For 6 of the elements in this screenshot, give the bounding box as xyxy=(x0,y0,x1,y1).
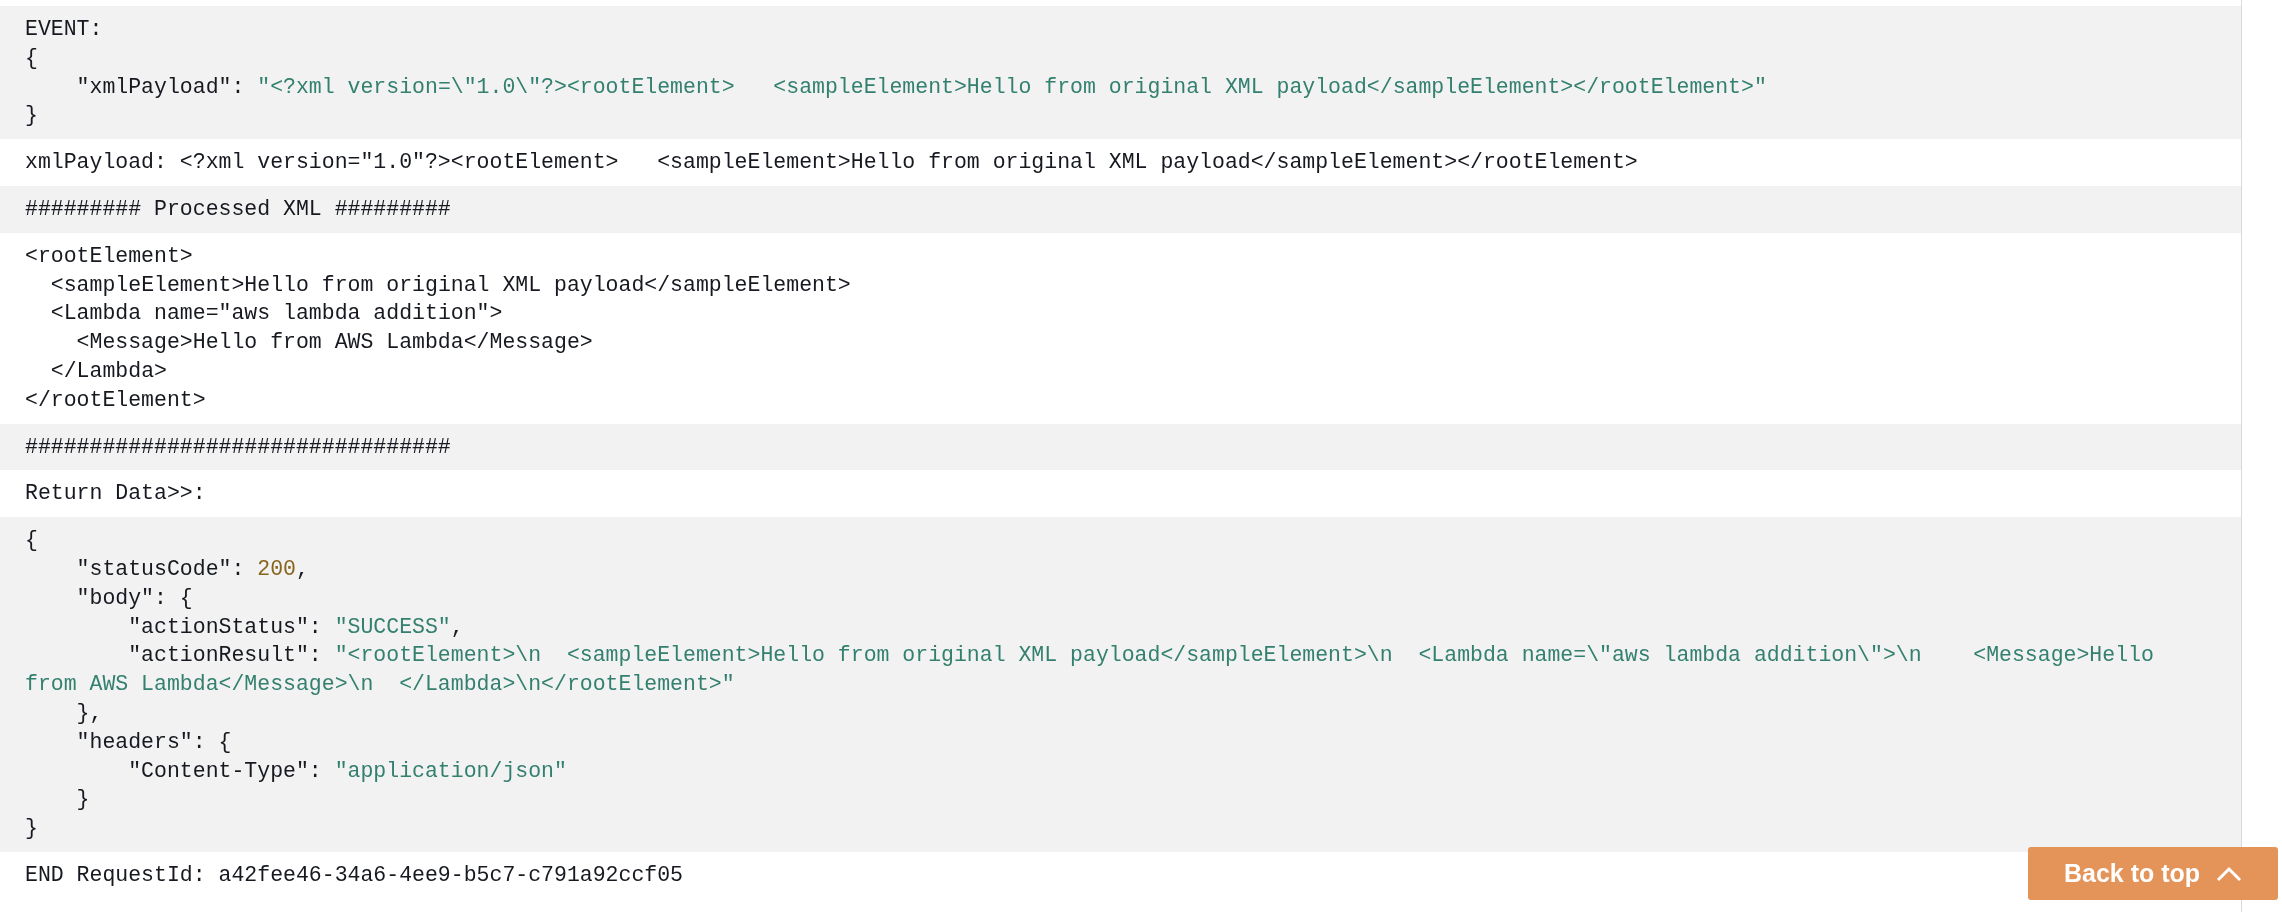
back-to-top-button[interactable]: Back to top xyxy=(2028,847,2278,900)
log-message: ################################# xyxy=(0,423,2241,471)
log-message: ######### Processed XML ######### xyxy=(0,186,2241,233)
log-message: { "statusCode": 200, "body": { "actionStatus": "SUCCESS", "actionResult": "<rootElement>\n <sampleElement>Hello from original XML payload</sampleElement>\n <Lambda name=\"aws lambda addition\">\n <Message>Hello from AWS Lambda</Message>\n </Lambda>\n</rootElement>" }, "headers": { "Content-Type": "application/json" } } xyxy=(0,517,2241,852)
chevron-up-icon xyxy=(2216,865,2243,882)
log-message: EVENT: { "xmlPayload": "<?xml version=\"1.0\"?><rootElement> <sampleElement>Hello from original XML payload</sampleElement></rootElement>" } xyxy=(0,6,2241,140)
